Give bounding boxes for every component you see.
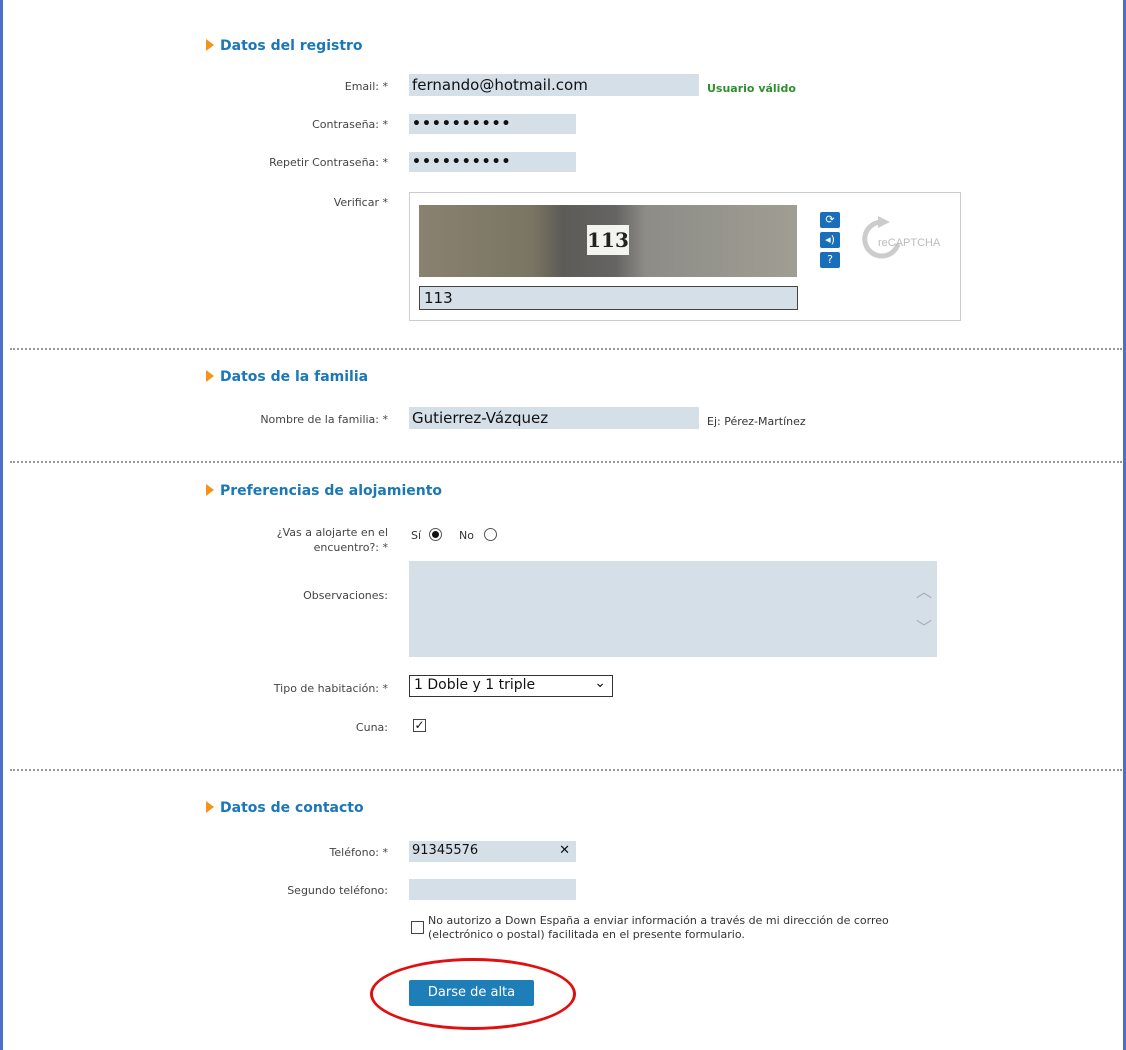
no-radio[interactable] xyxy=(484,528,497,541)
divider xyxy=(10,348,1122,350)
arrow-right-icon xyxy=(206,370,214,382)
arrow-right-icon xyxy=(206,801,214,813)
section-title-registro: Datos del registro xyxy=(206,38,363,54)
arrow-right-icon xyxy=(206,39,214,51)
clear-icon[interactable]: ✕ xyxy=(559,843,570,858)
family-name-label: Nombre de la familia: * xyxy=(260,413,388,426)
observations-textarea[interactable] xyxy=(409,561,937,657)
room-type-select[interactable]: 1 Doble y 1 triple ⌄ xyxy=(409,675,613,697)
scroll-up-icon[interactable]: ︿ xyxy=(916,578,932,602)
password-label: Contraseña: * xyxy=(312,118,388,131)
section-title-text: Datos del registro xyxy=(220,38,363,54)
phone-label: Teléfono: * xyxy=(329,846,388,859)
section-title-contacto: Datos de contacto xyxy=(206,800,364,816)
captcha-input[interactable]: 113 xyxy=(419,286,798,310)
password-field[interactable]: •••••••••• xyxy=(409,114,576,134)
email-label: Email: * xyxy=(344,80,388,93)
scroll-down-icon[interactable]: ﹀ xyxy=(916,614,932,638)
crib-checkbox[interactable]: ✓ xyxy=(413,719,426,732)
phone-field[interactable]: 91345576 ✕ xyxy=(409,841,576,862)
verify-label: Verificar * xyxy=(333,196,388,209)
yes-label: Sí xyxy=(411,529,422,542)
no-consent-checkbox[interactable] xyxy=(411,921,424,934)
family-name-field[interactable]: Gutierrez-Vázquez xyxy=(409,407,699,429)
yes-radio[interactable] xyxy=(429,528,442,541)
arrow-right-icon xyxy=(206,484,214,496)
crib-label: Cuna: xyxy=(355,721,388,734)
second-phone-label: Segundo teléfono: xyxy=(287,884,388,897)
room-type-label: Tipo de habitación: * xyxy=(273,682,388,695)
consent-text: No autorizo a Down España a enviar infor… xyxy=(428,914,889,941)
email-field[interactable]: fernando@hotmail.com xyxy=(409,74,699,96)
stay-question-label: ¿Vas a alojarte en el encuentro?: * xyxy=(276,526,388,554)
no-label: No xyxy=(459,529,474,542)
section-title-text: Preferencias de alojamiento xyxy=(220,483,443,499)
chevron-down-icon: ⌄ xyxy=(594,675,606,691)
repeat-password-field[interactable]: •••••••••• xyxy=(409,152,576,172)
captcha-image: 113 xyxy=(419,205,797,277)
captcha-number: 113 xyxy=(587,225,629,255)
refresh-icon[interactable]: ⟳ xyxy=(820,212,840,228)
audio-icon[interactable]: ◂) xyxy=(820,232,840,248)
family-name-hint: Ej: Pérez-Martínez xyxy=(707,415,806,428)
divider xyxy=(10,461,1122,463)
divider xyxy=(10,769,1122,771)
help-icon[interactable]: ? xyxy=(820,252,840,268)
recaptcha-logo-text: reCAPTCHA™ xyxy=(878,237,940,249)
highlight-circle xyxy=(370,958,576,1030)
section-title-text: Datos de contacto xyxy=(220,800,364,816)
second-phone-field[interactable] xyxy=(409,879,576,900)
repeat-password-label: Repetir Contraseña: * xyxy=(269,156,388,169)
section-title-familia: Datos de la familia xyxy=(206,369,368,385)
room-type-value: 1 Doble y 1 triple xyxy=(414,677,536,693)
observations-label: Observaciones: xyxy=(303,589,388,602)
section-title-alojamiento: Preferencias de alojamiento xyxy=(206,483,442,499)
section-title-text: Datos de la familia xyxy=(220,369,369,385)
email-status: Usuario válido xyxy=(707,82,796,95)
recaptcha-logo: reCAPTCHA™ xyxy=(860,216,951,262)
phone-value: 91345576 xyxy=(412,843,479,858)
